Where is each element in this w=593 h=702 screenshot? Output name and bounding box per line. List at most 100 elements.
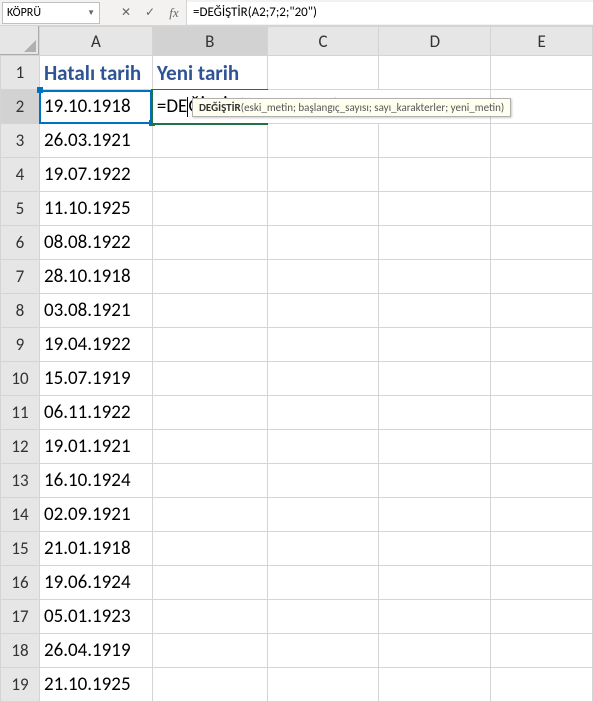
cell[interactable] bbox=[267, 226, 379, 260]
row-header[interactable]: 19 bbox=[1, 668, 40, 702]
cell[interactable] bbox=[379, 328, 491, 362]
cell[interactable] bbox=[379, 226, 491, 260]
cell[interactable] bbox=[491, 600, 593, 634]
cell[interactable] bbox=[379, 158, 491, 192]
cell[interactable] bbox=[267, 56, 379, 90]
cell[interactable]: 06.11.1922 bbox=[39, 396, 152, 430]
fx-icon[interactable]: fx bbox=[166, 5, 182, 21]
row-header[interactable]: 8 bbox=[1, 294, 40, 328]
cell[interactable] bbox=[267, 464, 379, 498]
cell[interactable] bbox=[491, 56, 593, 90]
row-header[interactable]: 9 bbox=[1, 328, 40, 362]
chevron-down-icon[interactable]: ▼ bbox=[87, 8, 95, 18]
cell[interactable] bbox=[152, 158, 267, 192]
cell[interactable] bbox=[491, 362, 593, 396]
cell[interactable] bbox=[379, 192, 491, 226]
formula-input[interactable]: =DEĞİŞTİR(A2;7;2;"20") bbox=[187, 2, 593, 24]
column-header-c[interactable]: C bbox=[267, 27, 379, 56]
cell[interactable] bbox=[491, 464, 593, 498]
column-header-e[interactable]: E bbox=[491, 27, 593, 56]
cell[interactable] bbox=[491, 226, 593, 260]
row-header[interactable]: 7 bbox=[1, 260, 40, 294]
cell[interactable]: 19.04.1922 bbox=[39, 328, 152, 362]
cell[interactable] bbox=[152, 362, 267, 396]
cell[interactable] bbox=[379, 124, 491, 158]
cell[interactable] bbox=[491, 294, 593, 328]
cell[interactable] bbox=[379, 498, 491, 532]
row-header[interactable]: 5 bbox=[1, 192, 40, 226]
cell[interactable] bbox=[491, 328, 593, 362]
row-header[interactable]: 18 bbox=[1, 634, 40, 668]
cell[interactable]: 19.10.1918 bbox=[39, 90, 152, 124]
row-header[interactable]: 3 bbox=[1, 124, 40, 158]
row-header[interactable]: 14 bbox=[1, 498, 40, 532]
cell[interactable] bbox=[379, 634, 491, 668]
enter-icon[interactable]: ✓ bbox=[142, 5, 158, 20]
cell[interactable]: 03.08.1921 bbox=[39, 294, 152, 328]
cell[interactable] bbox=[267, 498, 379, 532]
cancel-icon[interactable]: ✕ bbox=[118, 5, 134, 20]
cell[interactable] bbox=[267, 532, 379, 566]
row-header[interactable]: 10 bbox=[1, 362, 40, 396]
cell[interactable] bbox=[267, 328, 379, 362]
cell[interactable] bbox=[491, 158, 593, 192]
cell[interactable] bbox=[379, 430, 491, 464]
cell[interactable]: 26.03.1921 bbox=[39, 124, 152, 158]
cell[interactable] bbox=[379, 362, 491, 396]
cell[interactable]: 15.07.1919 bbox=[39, 362, 152, 396]
cell[interactable] bbox=[152, 396, 267, 430]
cell[interactable] bbox=[267, 430, 379, 464]
cell[interactable] bbox=[152, 532, 267, 566]
cell[interactable] bbox=[379, 532, 491, 566]
cell[interactable] bbox=[379, 600, 491, 634]
cell[interactable] bbox=[379, 396, 491, 430]
cell[interactable]: Hatalı tarih bbox=[39, 56, 152, 90]
cell[interactable] bbox=[267, 668, 379, 702]
row-header[interactable]: 4 bbox=[1, 158, 40, 192]
select-all-corner[interactable] bbox=[0, 26, 39, 55]
cell[interactable]: 16.10.1924 bbox=[39, 464, 152, 498]
cell[interactable]: Yeni tarih bbox=[152, 56, 267, 90]
cell[interactable] bbox=[491, 192, 593, 226]
name-box[interactable]: KÖPRÜ ▼ bbox=[2, 2, 100, 24]
cell[interactable]: 21.10.1925 bbox=[39, 668, 152, 702]
cell[interactable] bbox=[491, 634, 593, 668]
cell[interactable] bbox=[491, 566, 593, 600]
row-header[interactable]: 11 bbox=[1, 396, 40, 430]
cell[interactable] bbox=[152, 294, 267, 328]
cell[interactable] bbox=[491, 668, 593, 702]
cell[interactable] bbox=[267, 192, 379, 226]
cell[interactable] bbox=[152, 600, 267, 634]
cell[interactable] bbox=[267, 600, 379, 634]
cell[interactable] bbox=[152, 328, 267, 362]
row-header[interactable]: 17 bbox=[1, 600, 40, 634]
cell[interactable] bbox=[491, 498, 593, 532]
column-header-a[interactable]: A bbox=[39, 27, 152, 56]
cell[interactable]: 19.07.1922 bbox=[39, 158, 152, 192]
cell[interactable]: 05.01.1923 bbox=[39, 600, 152, 634]
cell[interactable]: 02.09.1921 bbox=[39, 498, 152, 532]
cell[interactable] bbox=[152, 430, 267, 464]
column-header-b[interactable]: B bbox=[152, 27, 267, 56]
cell[interactable] bbox=[152, 498, 267, 532]
row-header[interactable]: 13 bbox=[1, 464, 40, 498]
row-header[interactable]: 12 bbox=[1, 430, 40, 464]
cell[interactable] bbox=[152, 226, 267, 260]
cell[interactable] bbox=[379, 294, 491, 328]
cell[interactable] bbox=[491, 124, 593, 158]
cell[interactable] bbox=[379, 566, 491, 600]
cell[interactable] bbox=[379, 668, 491, 702]
cell[interactable] bbox=[152, 192, 267, 226]
row-header[interactable]: 2 bbox=[1, 90, 40, 124]
cell[interactable] bbox=[267, 260, 379, 294]
cell[interactable] bbox=[152, 464, 267, 498]
cell[interactable] bbox=[379, 56, 491, 90]
cell[interactable]: 28.10.1918 bbox=[39, 260, 152, 294]
cell[interactable] bbox=[379, 464, 491, 498]
cell[interactable]: 19.06.1924 bbox=[39, 566, 152, 600]
cell[interactable]: 26.04.1919 bbox=[39, 634, 152, 668]
cell[interactable] bbox=[379, 260, 491, 294]
cell[interactable] bbox=[491, 430, 593, 464]
cell[interactable] bbox=[152, 634, 267, 668]
column-header-d[interactable]: D bbox=[379, 27, 491, 56]
